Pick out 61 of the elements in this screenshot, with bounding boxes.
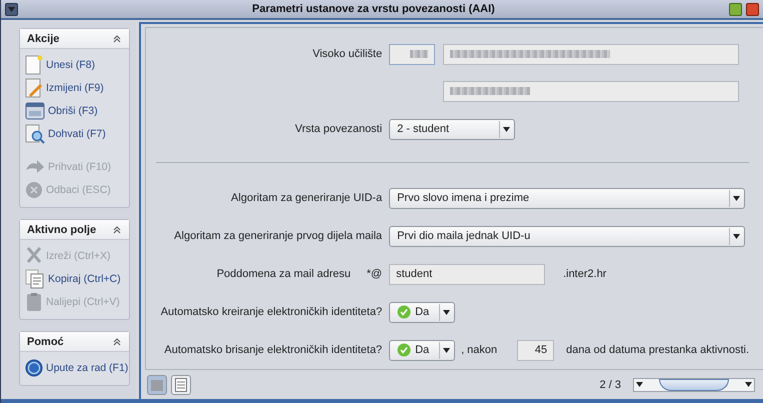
curved-arrow-icon (25, 158, 45, 176)
sidebar-action[interactable]: Upute za rad (F1) (20, 356, 130, 379)
close-icon[interactable] (746, 2, 759, 16)
cancel-icon (25, 180, 43, 198)
code-field[interactable] (389, 44, 436, 64)
name-field[interactable] (443, 44, 740, 64)
scissors-icon (25, 246, 43, 266)
edit-document-icon (25, 78, 43, 98)
window-title: Parametri ustanove za vrstu povezanosti (AAI) (251, 3, 496, 15)
sidebar-action[interactable]: Obriši (F3) (20, 99, 130, 122)
city-field[interactable] (443, 80, 740, 102)
help-icon (25, 358, 43, 376)
sidebar-action[interactable]: Kopiraj (Ctrl+C) (20, 267, 130, 290)
list-view-icon[interactable] (171, 374, 192, 394)
field-label: Automatsko kreiranje elektroničkih identiteta? (160, 306, 382, 318)
dropdown-arrow-icon (8, 6, 15, 12)
days-suffix: dana od datuma prestanka aktivnosti. (566, 344, 749, 356)
maximize-icon[interactable] (729, 2, 742, 16)
dropdown-arrow-icon (636, 382, 643, 387)
dropdown[interactable]: 2 - student (389, 118, 516, 140)
field-label: Vrsta povezanosti (294, 123, 382, 135)
dropdown[interactable]: Prvo slovo imena i prezime (389, 188, 746, 208)
subdomain-field[interactable]: student (389, 264, 546, 284)
dropdown-arrow-icon (503, 126, 510, 132)
prefix-text: *@ (366, 268, 382, 280)
days-field[interactable]: 45 (517, 340, 554, 360)
blurred-text (410, 50, 428, 58)
window-menu-icon[interactable] (5, 2, 18, 16)
sidebar-action[interactable]: Unesi (F8) (20, 53, 130, 76)
dropdown-arrow-icon (733, 234, 740, 238)
dropdown-arrow-icon (443, 310, 450, 314)
field-label: Automatsko brisanje elektroničkih identiteta? (163, 344, 382, 356)
panel-title: Aktivno polje (27, 224, 96, 236)
drawer-icon (25, 102, 45, 120)
check-icon (397, 305, 412, 319)
search-icon (25, 124, 45, 144)
field-label: Algoritam za generiranje UID-a (230, 192, 382, 204)
yes-no-dropdown[interactable]: Da (389, 340, 456, 360)
yes-no-dropdown[interactable]: Da (389, 302, 456, 322)
page-indicator: 2 / 3 (600, 378, 621, 390)
field-label: Visoko učilište (312, 48, 382, 60)
dropdown-arrow-icon (745, 382, 752, 387)
copy-icon (25, 268, 45, 288)
collapse-icon[interactable] (113, 338, 122, 346)
dropdown[interactable]: Prvi dio maila jednak UID-u (389, 226, 746, 246)
scroll-bar[interactable] (633, 378, 755, 392)
clipboard-icon (25, 292, 43, 312)
sidebar-action[interactable]: Izmijeni (F9) (20, 76, 130, 99)
panel-title: Akcije (27, 32, 60, 44)
sidebar-action[interactable]: Dohvati (F7) (20, 122, 130, 145)
panel-title: Pomoć (27, 336, 64, 348)
after-text: , nakon (461, 344, 498, 356)
field-label: Algoritam za generiranje prvog dijela maila (173, 230, 382, 242)
collapse-icon[interactable] (113, 226, 122, 234)
domain-suffix: .inter2.hr (563, 268, 606, 280)
new-document-icon (25, 54, 43, 74)
check-icon (397, 343, 412, 357)
field-label: Poddomena za mail adresu *@ (216, 268, 382, 280)
dropdown-arrow-icon (733, 196, 740, 200)
dropdown-arrow-icon (443, 348, 450, 352)
collapse-icon[interactable] (113, 34, 122, 42)
